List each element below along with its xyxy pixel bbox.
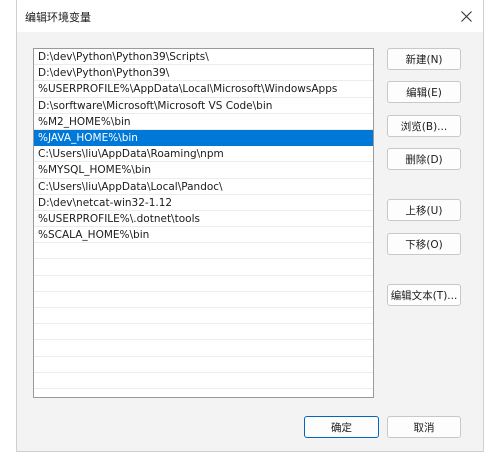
title-bar: 编辑环境变量 [17,0,483,32]
list-item-empty[interactable] [34,357,373,373]
dialog-title: 编辑环境变量 [25,11,91,24]
list-item-empty[interactable] [34,259,373,276]
path-list[interactable]: D:\dev\Python\Python39\Scripts\ D:\dev\Py… [33,48,374,398]
browse-button[interactable]: 浏览(B)... [387,115,461,137]
list-item-empty[interactable] [34,373,373,389]
list-item-selected[interactable]: %JAVA_HOME%\bin [34,129,373,147]
list-item[interactable]: C:\Users\liu\AppData\Roaming\npm [34,146,373,163]
list-item[interactable]: C:\Users\liu\AppData\Local\Pandoc\ [34,179,373,195]
list-item[interactable]: %USERPROFILE%\.dotnet\tools [34,211,373,228]
move-down-button[interactable]: 下移(O) [387,233,461,255]
list-item[interactable]: %MYSQL_HOME%\bin [34,162,373,179]
list-item-empty[interactable] [34,292,373,308]
edit-text-button[interactable]: 编辑文本(T)... [387,284,461,306]
list-item-empty[interactable] [34,243,373,260]
list-item[interactable]: D:\dev\Python\Python39\ [34,65,373,82]
cancel-button[interactable]: 取消 [387,416,461,438]
list-item[interactable]: %USERPROFILE%\AppData\Local\Microsoft\Wi… [34,81,373,98]
list-item-empty[interactable] [34,324,373,341]
close-icon [460,10,472,22]
list-item[interactable]: D:\dev\netcat-win32-1.12 [34,195,373,211]
list-item-empty[interactable] [34,340,373,357]
close-button[interactable] [455,5,477,27]
ok-button[interactable]: 确定 [304,416,379,438]
list-item[interactable]: D:\dev\Python\Python39\Scripts\ [34,49,373,66]
move-up-button[interactable]: 上移(U) [387,199,461,221]
new-button[interactable]: 新建(N) [387,48,461,70]
edit-button[interactable]: 编辑(E) [387,81,461,103]
list-item[interactable]: %M2_HOME%\bin [34,114,373,130]
list-item[interactable]: %SCALA_HOME%\bin [34,227,373,244]
list-item-empty[interactable] [34,276,373,292]
edit-env-var-dialog: 编辑环境变量 D:\dev\Python\Python39\Scripts\ D:… [16,0,484,452]
delete-button[interactable]: 删除(D) [387,148,461,170]
list-item-empty[interactable] [34,308,373,325]
list-item[interactable]: D:\sorftware\Microsoft\Microsoft VS Code… [34,98,373,114]
